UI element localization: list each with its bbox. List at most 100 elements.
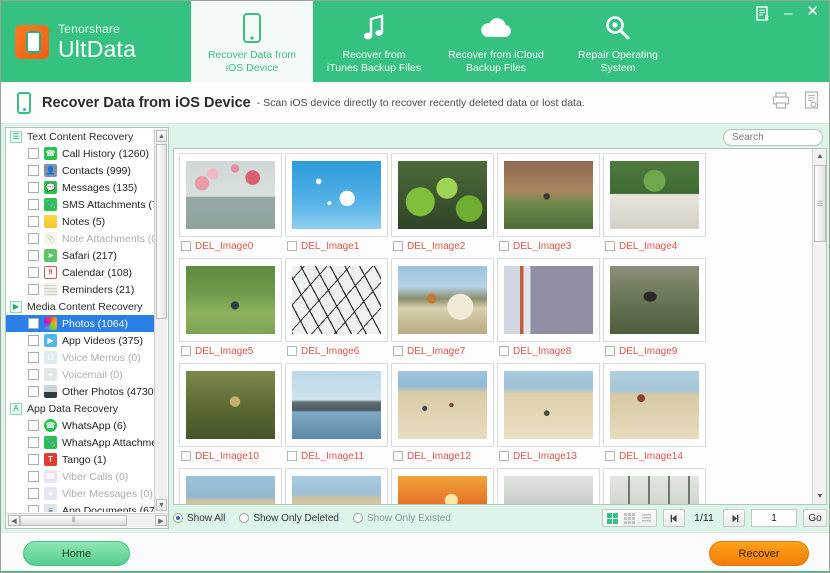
item-checkbox[interactable] bbox=[287, 346, 297, 356]
prev-page-button[interactable] bbox=[663, 509, 685, 527]
sidebar-item-whatsapp-attachments[interactable]: 📎 WhatsApp Attachments ( bbox=[6, 434, 156, 451]
item-checkbox[interactable] bbox=[28, 437, 39, 448]
sidebar-item-app-documents[interactable]: ≡ App Documents (67) bbox=[6, 502, 156, 512]
item-checkbox[interactable] bbox=[287, 451, 297, 461]
thumbnail[interactable] bbox=[497, 258, 600, 342]
thumbnail[interactable] bbox=[391, 258, 494, 342]
sidebar-hscroll-thumb[interactable]: ⦀ bbox=[20, 515, 127, 526]
item-checkbox[interactable] bbox=[28, 386, 39, 397]
register-icon[interactable]: R bbox=[756, 6, 770, 21]
grid-item[interactable]: DEL_Image16 bbox=[285, 468, 390, 505]
sidebar-group-text-content[interactable]: ☰ Text Content Recovery bbox=[6, 128, 156, 145]
thumbnail[interactable] bbox=[497, 468, 600, 505]
thumbnail[interactable] bbox=[497, 153, 600, 237]
sidebar-item-voicemail[interactable]: ● Voicemail (0) bbox=[6, 366, 156, 383]
grid-item[interactable]: DEL_Image12 bbox=[391, 363, 496, 467]
item-checkbox[interactable] bbox=[605, 451, 615, 461]
sidebar-item-voice-memos[interactable]: ⚇ Voice Memos (0) bbox=[6, 349, 156, 366]
go-button[interactable]: Go bbox=[803, 509, 827, 527]
radio-icon[interactable] bbox=[239, 513, 249, 523]
item-checkbox[interactable] bbox=[605, 241, 615, 251]
grid-item[interactable]: DEL_Image14 bbox=[603, 363, 708, 467]
grid-item[interactable]: DEL_Image15 bbox=[179, 468, 284, 505]
thumbnail[interactable] bbox=[603, 468, 706, 505]
thumbnail[interactable] bbox=[179, 258, 282, 342]
sidebar-item-app-videos[interactable]: ▶ App Videos (375) bbox=[6, 332, 156, 349]
grid-scroll-thumb[interactable]: ☰ bbox=[814, 165, 826, 242]
thumbnail[interactable] bbox=[179, 468, 282, 505]
close-button[interactable]: ✕ bbox=[806, 6, 819, 18]
tab-recover-icloud-backup[interactable]: Recover from iCloud Backup Files bbox=[435, 1, 557, 82]
item-checkbox[interactable] bbox=[605, 346, 615, 356]
sidebar-item-note-attachments[interactable]: 📎 Note Attachments (0) bbox=[6, 230, 156, 247]
scroll-up-arrow-icon[interactable]: ▲ bbox=[156, 130, 167, 142]
item-checkbox[interactable] bbox=[28, 148, 39, 159]
thumbnail[interactable] bbox=[285, 363, 388, 447]
thumbnail[interactable] bbox=[391, 153, 494, 237]
thumbnail[interactable] bbox=[179, 153, 282, 237]
grid-item[interactable] bbox=[603, 468, 708, 505]
sidebar-item-photos[interactable]: Photos (1064) bbox=[6, 315, 156, 332]
tab-repair-operating-system[interactable]: Repair Operating System bbox=[557, 1, 679, 82]
item-checkbox[interactable] bbox=[287, 241, 297, 251]
grid-item[interactable]: DEL_Image1 bbox=[285, 153, 390, 257]
thumbnail[interactable] bbox=[497, 363, 600, 447]
item-checkbox[interactable] bbox=[28, 199, 39, 210]
sidebar-group-app-data[interactable]: A App Data Recovery bbox=[6, 400, 156, 417]
radio-icon[interactable] bbox=[173, 513, 183, 523]
thumbnail[interactable] bbox=[285, 153, 388, 237]
sidebar-group-media-content[interactable]: ▶ Media Content Recovery bbox=[6, 298, 156, 315]
filter-show-all[interactable]: Show All bbox=[173, 513, 225, 524]
next-page-button[interactable] bbox=[723, 509, 745, 527]
grid-item[interactable]: DEL_Image5 bbox=[179, 258, 284, 362]
item-checkbox[interactable] bbox=[181, 346, 191, 356]
tab-recover-ios-device[interactable]: Recover Data from iOS Device bbox=[191, 1, 313, 82]
page-number-input[interactable] bbox=[751, 509, 797, 527]
grid-vertical-scrollbar[interactable]: ▲ ☰ ▼ bbox=[812, 149, 826, 504]
tab-recover-itunes-backup[interactable]: Recover from iTunes Backup Files bbox=[313, 1, 435, 82]
item-checkbox[interactable] bbox=[28, 454, 39, 465]
item-checkbox[interactable] bbox=[181, 451, 191, 461]
scroll-down-arrow-icon[interactable]: ▼ bbox=[156, 499, 167, 511]
item-checkbox[interactable] bbox=[28, 284, 39, 295]
item-checkbox[interactable] bbox=[393, 451, 403, 461]
sidebar-item-contacts[interactable]: 👤 Contacts (999) bbox=[6, 162, 156, 179]
sidebar-scroll-thumb[interactable] bbox=[156, 144, 167, 319]
item-checkbox[interactable] bbox=[28, 165, 39, 176]
item-checkbox[interactable] bbox=[28, 267, 39, 278]
scroll-right-arrow-icon[interactable]: ▶ bbox=[155, 515, 167, 526]
item-checkbox[interactable] bbox=[499, 346, 509, 356]
item-checkbox[interactable] bbox=[28, 420, 39, 431]
filter-show-only-deleted[interactable]: Show Only Deleted bbox=[239, 513, 339, 524]
thumbnail[interactable] bbox=[179, 363, 282, 447]
thumbnail[interactable] bbox=[391, 468, 494, 505]
list-icon[interactable] bbox=[638, 510, 655, 526]
item-checkbox[interactable] bbox=[28, 250, 39, 261]
thumbnail[interactable] bbox=[603, 153, 706, 237]
item-checkbox[interactable] bbox=[393, 241, 403, 251]
grid-item[interactable]: DEL_Image6 bbox=[285, 258, 390, 362]
sidebar-item-viber-calls[interactable]: ☎ Viber Calls (0) bbox=[6, 468, 156, 485]
sidebar-vertical-scrollbar[interactable]: ▲ ▼ bbox=[154, 129, 167, 512]
grid-item[interactable]: DEL_Image2 bbox=[391, 153, 496, 257]
thumbnail[interactable] bbox=[603, 258, 706, 342]
item-checkbox[interactable] bbox=[28, 335, 39, 346]
sidebar-item-viber-messages[interactable]: ● Viber Messages (0) bbox=[6, 485, 156, 502]
printer-icon[interactable] bbox=[772, 92, 790, 114]
item-checkbox[interactable] bbox=[28, 216, 39, 227]
thumbnail[interactable] bbox=[391, 363, 494, 447]
item-checkbox[interactable] bbox=[28, 505, 39, 512]
sidebar-item-call-history[interactable]: ☎ Call History (1260) bbox=[6, 145, 156, 162]
grid-scroll-down-arrow-icon[interactable]: ▼ bbox=[814, 490, 826, 503]
small-grid-icon[interactable] bbox=[621, 510, 638, 526]
sidebar-item-sms-attachments[interactable]: 📎 SMS Attachments (7) bbox=[6, 196, 156, 213]
thumbnail[interactable] bbox=[603, 363, 706, 447]
item-checkbox[interactable] bbox=[28, 182, 39, 193]
sidebar-item-messages[interactable]: 💬 Messages (135) bbox=[6, 179, 156, 196]
grid-item[interactable]: DEL_Image7 bbox=[391, 258, 496, 362]
large-grid-icon[interactable] bbox=[604, 510, 621, 526]
grid-item[interactable]: DEL_Image10 bbox=[179, 363, 284, 467]
grid-item[interactable]: DEL_Image17 bbox=[391, 468, 496, 505]
sidebar-horizontal-scrollbar[interactable]: ◀ ⦀ ▶ bbox=[7, 513, 168, 527]
sidebar-item-calendar[interactable]: 9 Calendar (108) bbox=[6, 264, 156, 281]
